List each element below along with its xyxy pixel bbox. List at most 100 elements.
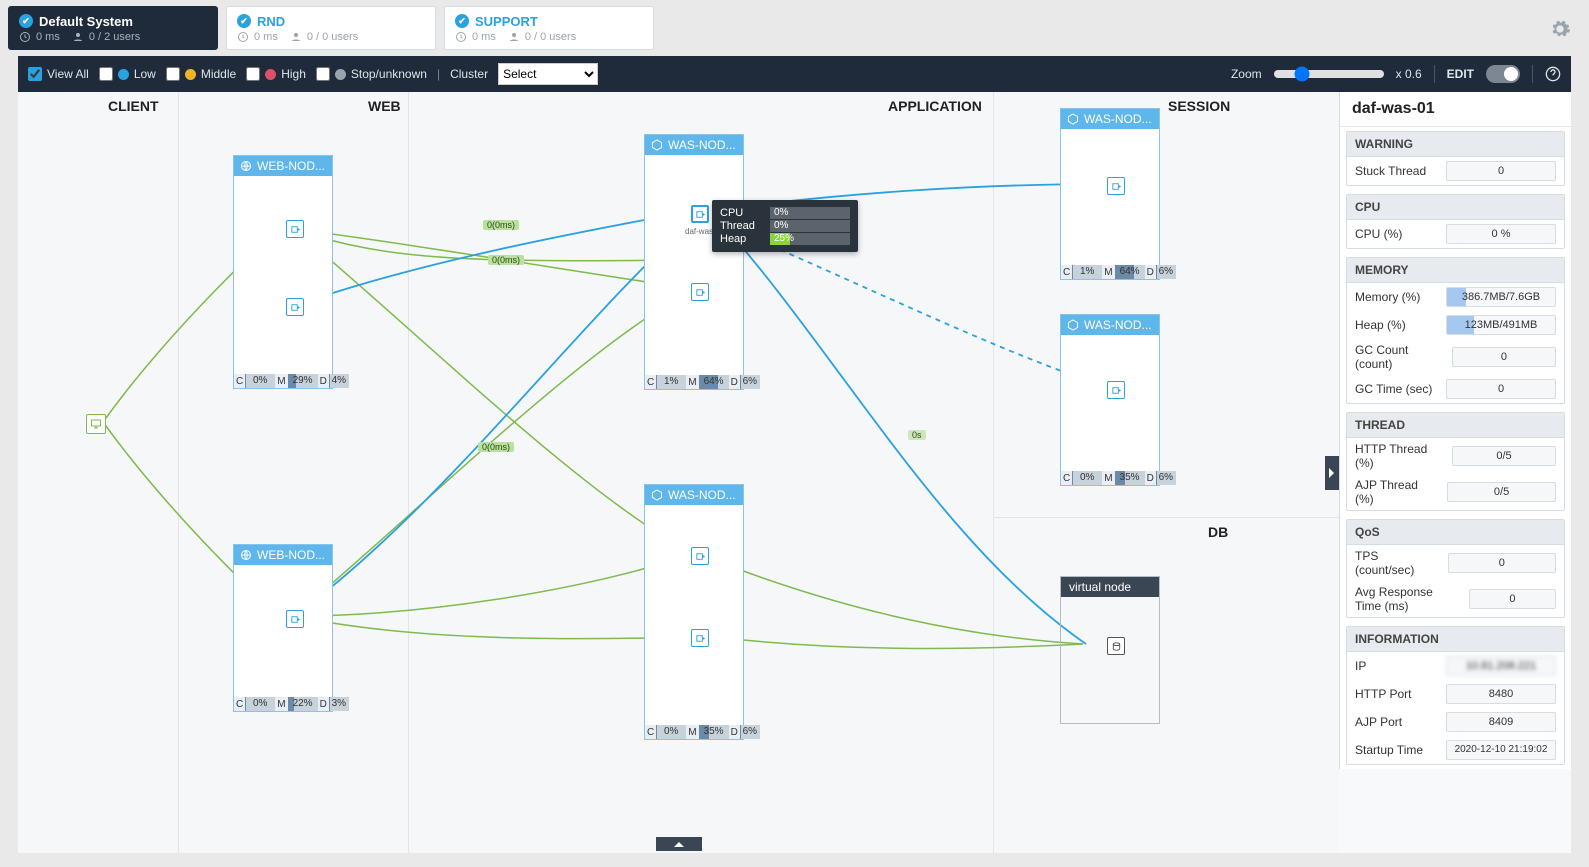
users-icon: [508, 31, 520, 43]
panel-information: INFORMATION IP10.81.208.221 HTTP Port848…: [1346, 626, 1565, 765]
monitor-icon: [90, 418, 102, 430]
col-app: APPLICATION: [888, 98, 982, 114]
check-icon: ✔: [237, 14, 251, 28]
value-box: 123MB/491MB: [1446, 315, 1556, 335]
panel-cpu: CPU CPU (%)0 %: [1346, 194, 1565, 249]
zoom-slider[interactable]: [1274, 70, 1384, 78]
check-icon: ✔: [19, 14, 33, 28]
node-metrics: C1% M64% D6%: [1061, 265, 1159, 279]
help-icon[interactable]: [1545, 66, 1561, 82]
settings-button[interactable]: [1549, 18, 1571, 45]
users-icon: [72, 31, 84, 43]
chevron-up-icon: [673, 840, 685, 848]
value-box: 8409: [1446, 712, 1556, 732]
dot-icon: [265, 69, 276, 80]
system-name: Default System: [39, 14, 133, 29]
value-box: 0 %: [1446, 224, 1556, 244]
kube-icon: [1067, 319, 1079, 331]
panel-warning: WARNING Stuck Thread0: [1346, 131, 1565, 186]
detail-panel: daf-was-01 WARNING Stuck Thread0 CPU CPU…: [1339, 92, 1571, 769]
kube-icon: [651, 139, 663, 151]
chevron-right-icon: [1328, 467, 1336, 479]
edit-toggle[interactable]: [1486, 65, 1520, 83]
system-name: RND: [257, 14, 285, 29]
node-was3[interactable]: WAS-NOD... C1% M64% D6%: [1060, 108, 1160, 280]
port-icon[interactable]: [1107, 381, 1125, 399]
value-box: 2020-12-10 21:19:02: [1446, 740, 1556, 760]
port-icon[interactable]: [691, 547, 709, 565]
value-box: 0: [1446, 161, 1556, 181]
filter-middle[interactable]: Middle: [166, 67, 236, 81]
globe-icon: [240, 160, 252, 172]
node-metrics: C0% M22% D3%: [234, 697, 332, 711]
kube-icon: [1067, 113, 1079, 125]
col-web: WEB: [368, 98, 401, 114]
zoom-label: Zoom: [1231, 67, 1262, 81]
port-icon[interactable]: [286, 220, 304, 238]
value-box: 386.7MB/7.6GB: [1446, 287, 1556, 307]
topology-canvas[interactable]: CLIENT WEB APPLICATION SESSION DB: [18, 92, 1339, 853]
node-web2[interactable]: WEB-NOD... C0% M22% D3%: [233, 544, 333, 712]
system-tab-support[interactable]: ✔SUPPORT 0 ms0 / 0 users: [444, 6, 654, 50]
edit-label: EDIT: [1447, 67, 1474, 81]
dot-icon: [118, 69, 129, 80]
panel-thread: THREAD HTTP Thread (%)0/5 AJP Thread (%)…: [1346, 412, 1565, 511]
port-icon[interactable]: [1107, 637, 1125, 655]
node-was1[interactable]: WAS-NOD... daf-was-0... C1% M64% D6%: [644, 134, 744, 390]
node-was4[interactable]: WAS-NOD... C0% M35% D6%: [1060, 314, 1160, 486]
side-collapse-tab[interactable]: [1325, 456, 1339, 490]
node-web1[interactable]: WEB-NOD... C0% M29% D4%: [233, 155, 333, 389]
port-icon[interactable]: [691, 283, 709, 301]
value-box: 0/5: [1447, 482, 1556, 502]
check-icon: ✔: [455, 14, 469, 28]
link-label: 0(0ms): [478, 442, 514, 452]
clock-icon: [237, 31, 249, 43]
clock-icon: [455, 31, 467, 43]
filter-low[interactable]: Low: [99, 67, 156, 81]
port-icon[interactable]: [286, 610, 304, 628]
zoom-value: x 0.6: [1396, 67, 1422, 81]
panel-qos: QoS TPS (count/sec)0 Avg Response Time (…: [1346, 519, 1565, 618]
cluster-select[interactable]: Select: [498, 63, 598, 85]
filter-bar: View All Low Middle High Stop/unknown | …: [18, 56, 1571, 92]
clock-icon: [19, 31, 31, 43]
kube-icon: [651, 489, 663, 501]
node-was2[interactable]: WAS-NOD... C0% M35% D6%: [644, 484, 744, 740]
node-virtual[interactable]: virtual node: [1060, 576, 1160, 724]
system-tabs: ✔Default System 0 ms0 / 2 users ✔RND 0 m…: [0, 0, 1589, 56]
value-box: 0/5: [1452, 446, 1556, 466]
value-box: 10.81.208.221: [1446, 656, 1556, 676]
node-metrics: C0% M35% D6%: [1061, 471, 1159, 485]
value-box: 8480: [1446, 684, 1556, 704]
bottom-expand-tab[interactable]: [656, 837, 702, 851]
link-label: 0(0ms): [488, 255, 524, 265]
gear-icon: [1549, 18, 1571, 40]
panel-memory: MEMORY Memory (%)386.7MB/7.6GB Heap (%)1…: [1346, 257, 1565, 404]
filter-high[interactable]: High: [246, 67, 306, 81]
dot-icon: [185, 69, 196, 80]
link-label: 0s: [908, 430, 926, 440]
node-metrics: C1% M64% D6%: [645, 375, 743, 389]
node-metrics: C0% M35% D6%: [645, 725, 743, 739]
port-icon[interactable]: [1107, 177, 1125, 195]
system-tab-default[interactable]: ✔Default System 0 ms0 / 2 users: [8, 6, 218, 50]
cluster-label: Cluster: [450, 67, 488, 81]
detail-title: daf-was-01: [1340, 92, 1571, 127]
node-tooltip: CPU0% Thread0% Heap25%: [712, 200, 858, 252]
value-box: 0: [1448, 553, 1556, 573]
filter-viewall[interactable]: View All: [28, 67, 89, 81]
link-label: 0(0ms): [483, 220, 519, 230]
value-box: 0: [1452, 347, 1556, 367]
system-name: SUPPORT: [475, 14, 538, 29]
globe-icon: [240, 549, 252, 561]
client-node[interactable]: [86, 414, 106, 434]
system-tab-rnd[interactable]: ✔RND 0 ms0 / 0 users: [226, 6, 436, 50]
filter-stop[interactable]: Stop/unknown: [316, 67, 427, 81]
port-icon[interactable]: [691, 629, 709, 647]
users-icon: [290, 31, 302, 43]
port-icon[interactable]: [286, 298, 304, 316]
col-db: DB: [1208, 524, 1228, 540]
col-client: CLIENT: [108, 98, 159, 114]
dot-icon: [335, 69, 346, 80]
port-icon[interactable]: [691, 205, 709, 223]
